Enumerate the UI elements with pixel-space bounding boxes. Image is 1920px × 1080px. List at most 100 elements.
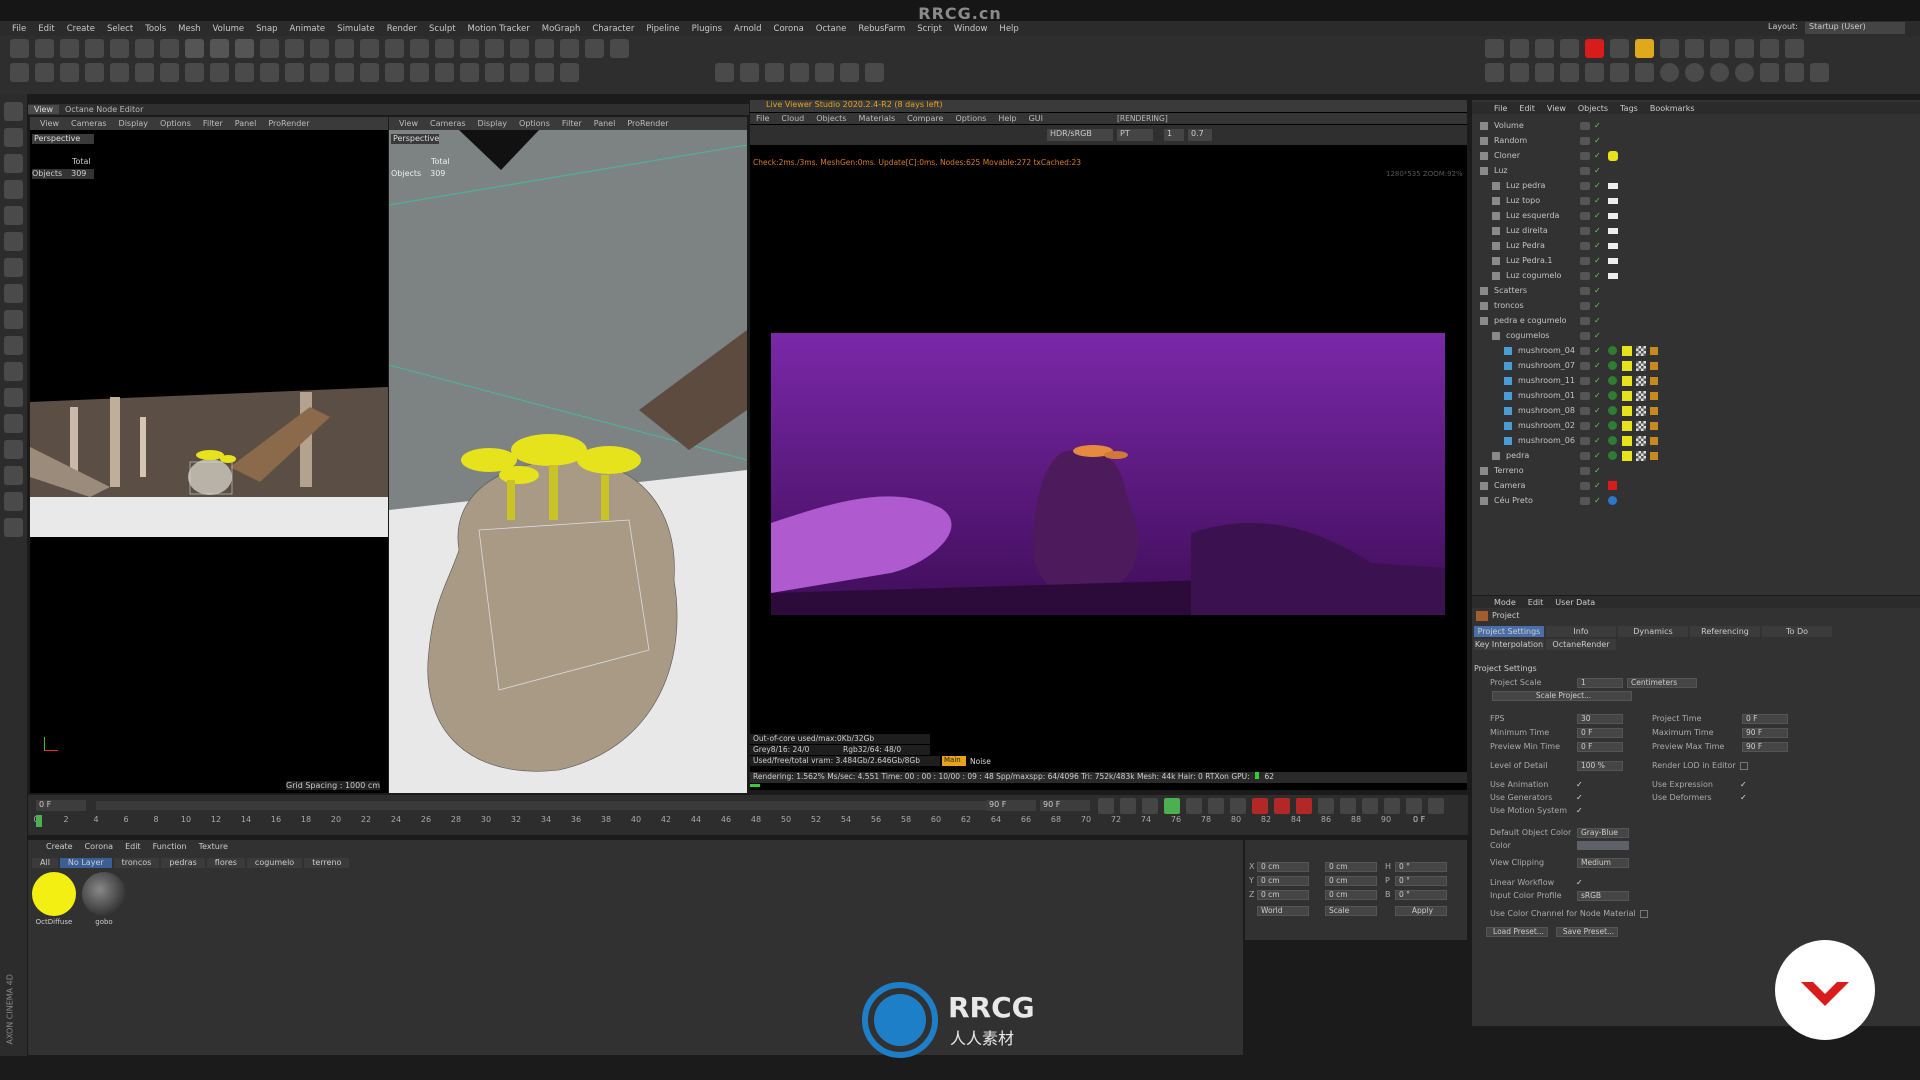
enable-check-icon[interactable]: ✓ <box>1594 166 1601 175</box>
menu-item-snap[interactable]: Snap <box>250 24 283 34</box>
phong-tag-icon[interactable] <box>1608 406 1617 415</box>
material-tag-icon[interactable] <box>1622 390 1632 401</box>
min-time-input[interactable]: 0 F <box>1577 728 1623 738</box>
kernel-select[interactable]: PT <box>1117 129 1153 141</box>
live-viewer-menu-help[interactable]: Help <box>992 114 1022 123</box>
attr-tab-referencing[interactable]: Referencing <box>1690 626 1760 637</box>
octane-icon[interactable] <box>610 39 629 58</box>
undo-icon[interactable] <box>10 39 29 58</box>
viewer-num1[interactable]: 1 <box>1164 129 1184 141</box>
menu-item-sculpt[interactable]: Sculpt <box>423 24 462 34</box>
noise-tag[interactable]: Main <box>942 756 966 766</box>
bridge-icon[interactable] <box>335 63 354 82</box>
phong-tag-icon[interactable] <box>1608 346 1617 355</box>
viewport-menu-panel[interactable]: Panel <box>229 119 263 128</box>
material-item[interactable]: gobo <box>82 872 126 926</box>
x-axis-icon[interactable] <box>185 39 204 58</box>
grey-ball-icon[interactable] <box>1685 63 1704 82</box>
live-viewer-menu-file[interactable]: File <box>750 114 775 123</box>
object-row[interactable]: pedra e cogumelo ✓ <box>1472 313 1902 328</box>
light-tag-icon[interactable] <box>1608 197 1618 204</box>
param-key-icon[interactable] <box>1384 798 1400 814</box>
material-tag-icon[interactable] <box>1622 450 1632 461</box>
coord-b[interactable]: 0 ° <box>1395 890 1447 900</box>
material-layer-troncos[interactable]: troncos <box>113 858 160 868</box>
camera-tag-icon[interactable] <box>1608 481 1617 490</box>
last-frame-icon[interactable] <box>1230 798 1246 814</box>
cloud-icon[interactable] <box>1760 39 1779 58</box>
workplane-icon[interactable] <box>10 63 29 82</box>
object-row[interactable]: Luz esquerda ✓ <box>1472 208 1902 223</box>
attr-tab-project-settings[interactable]: Project Settings <box>1474 626 1544 637</box>
enable-check-icon[interactable]: ✓ <box>1594 301 1601 310</box>
axis-lock-icon[interactable] <box>60 63 79 82</box>
material-menu-function[interactable]: Function <box>147 842 193 851</box>
color-channel-checkbox[interactable] <box>1640 910 1648 918</box>
attr-tab-octanerender[interactable]: OctaneRender <box>1546 639 1616 650</box>
menu-item-character[interactable]: Character <box>586 24 640 34</box>
paint-icon[interactable] <box>510 63 529 82</box>
material-tag-icon[interactable] <box>1622 360 1632 371</box>
rotate-icon[interactable] <box>135 39 154 58</box>
floor-icon[interactable] <box>485 39 504 58</box>
menu-item-script[interactable]: Script <box>911 24 948 34</box>
light-tag-icon[interactable] <box>1608 212 1618 219</box>
visibility-dots[interactable] <box>1580 271 1590 280</box>
viewport-mid[interactable]: View Cameras Display Options Filter Panel ProR… <box>389 117 747 793</box>
material-layer-no-layer[interactable]: No Layer <box>59 858 112 868</box>
curve-icon[interactable] <box>460 63 479 82</box>
material-tag-icon[interactable] <box>1622 405 1632 416</box>
timeline-start-field[interactable]: 0 F <box>36 800 86 811</box>
phong-tag-icon[interactable] <box>1608 361 1617 370</box>
hdr-icon[interactable] <box>1735 39 1754 58</box>
visibility-dots[interactable] <box>1580 301 1590 310</box>
material-icon[interactable] <box>1685 39 1704 58</box>
flower-icon[interactable] <box>1560 63 1579 82</box>
input-profile-select[interactable]: sRGB <box>1577 891 1629 901</box>
coords-icon[interactable] <box>260 39 279 58</box>
node-icon[interactable] <box>1535 63 1554 82</box>
preview-min-input[interactable]: 0 F <box>1577 742 1623 752</box>
view-clipping-select[interactable]: Medium <box>1577 858 1629 868</box>
visibility-dots[interactable] <box>1580 496 1590 505</box>
visibility-dots[interactable] <box>1580 406 1590 415</box>
stop-icon[interactable] <box>865 63 884 82</box>
viewer-num2[interactable]: 0.7 <box>1188 129 1212 141</box>
live-viewer-menu-cloud[interactable]: Cloud <box>775 114 810 123</box>
object-row[interactable]: Random ✓ <box>1472 133 1902 148</box>
coord-sy[interactable]: 0 cm <box>1325 876 1377 886</box>
max-time-input[interactable]: 90 F <box>1742 728 1788 738</box>
star-tag-icon[interactable] <box>1650 406 1658 415</box>
subdivision-icon[interactable] <box>410 39 429 58</box>
model-mode-icon[interactable] <box>4 102 23 121</box>
material-menu-create[interactable]: Create <box>40 842 79 851</box>
viewport-menu-cameras[interactable]: Cameras <box>424 119 472 128</box>
move-key-icon[interactable] <box>1318 798 1334 814</box>
points-mode-icon[interactable] <box>4 154 23 173</box>
tag-icon[interactable] <box>560 39 579 58</box>
point-icon[interactable] <box>185 63 204 82</box>
object-row[interactable]: mushroom_02 ✓ <box>1472 418 1902 433</box>
visibility-dots[interactable] <box>1580 346 1590 355</box>
phong-tag-icon[interactable] <box>1608 376 1617 385</box>
pin-icon[interactable] <box>1610 63 1629 82</box>
enable-check-icon[interactable]: ✓ <box>1594 151 1601 160</box>
add-icon[interactable] <box>160 39 179 58</box>
object-row[interactable]: Luz Pedra ✓ <box>1472 238 1902 253</box>
tab-octane-node-editor[interactable]: Octane Node Editor <box>59 105 149 114</box>
timeline-end-field-2[interactable]: 90 F <box>1040 800 1090 811</box>
star-tag-icon[interactable] <box>1650 421 1658 430</box>
visibility-dots[interactable] <box>1580 241 1590 250</box>
bevel-icon[interactable] <box>385 63 404 82</box>
live-viewer-menu-gui[interactable]: GUI <box>1023 114 1049 123</box>
phong-tag-icon[interactable] <box>1608 391 1617 400</box>
sphere-icon[interactable] <box>840 63 859 82</box>
tab-view[interactable]: View <box>28 105 59 114</box>
checker-tag-icon[interactable] <box>1636 405 1646 416</box>
menu-item-simulate[interactable]: Simulate <box>331 24 381 34</box>
coord-sz[interactable]: 0 cm <box>1325 890 1377 900</box>
enable-check-icon[interactable]: ✓ <box>1594 376 1601 385</box>
visibility-dots[interactable] <box>1580 376 1590 385</box>
visibility-dots[interactable] <box>1580 286 1590 295</box>
object-row[interactable]: cogumelos ✓ <box>1472 328 1902 343</box>
